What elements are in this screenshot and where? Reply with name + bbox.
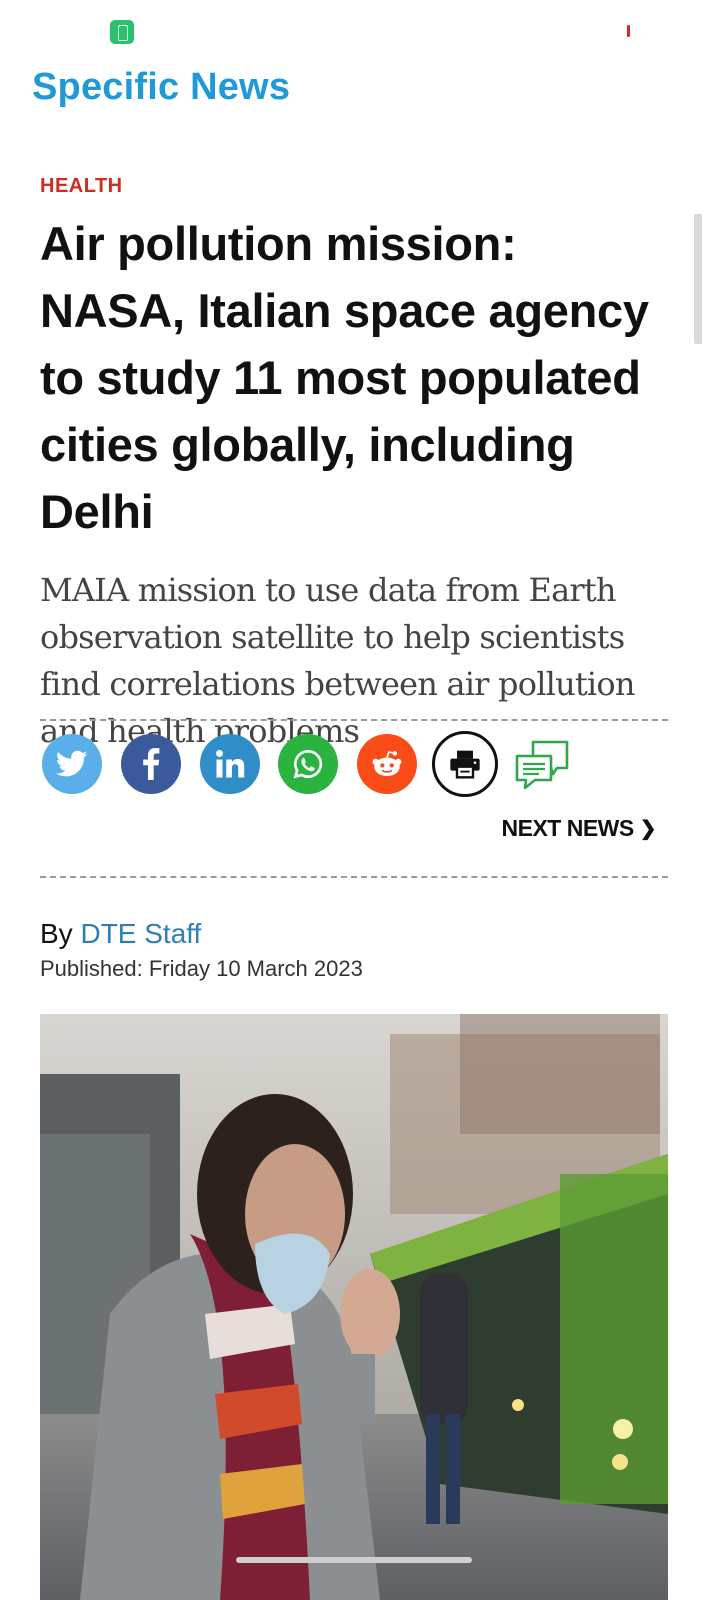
share-bar bbox=[42, 731, 642, 797]
article-subheadline: MAIA mission to use data from Earth obse… bbox=[40, 571, 635, 750]
comments-icon bbox=[515, 740, 569, 790]
hero-photo bbox=[40, 1014, 668, 1600]
home-indicator[interactable] bbox=[236, 1557, 472, 1563]
divider bbox=[40, 876, 668, 878]
article-header: HEALTH Air pollution mission: NASA, Ital… bbox=[40, 170, 668, 755]
category-label[interactable]: HEALTH bbox=[40, 170, 668, 202]
share-reddit-button[interactable] bbox=[357, 734, 417, 794]
byline: By DTE Staff bbox=[40, 918, 201, 950]
chevron-right-icon: ❯ bbox=[639, 818, 657, 840]
share-whatsapp-button[interactable] bbox=[278, 734, 338, 794]
article-headline: Air pollution mission: NASA, Italian spa… bbox=[40, 217, 649, 538]
status-bar bbox=[0, 0, 720, 60]
published-date: Published: Friday 10 March 2023 bbox=[40, 956, 363, 981]
status-indicator-icon bbox=[627, 25, 630, 37]
next-news-label: NEXT NEWS bbox=[501, 815, 635, 841]
print-icon bbox=[450, 750, 480, 779]
next-news-link[interactable]: NEXT NEWS ❯ bbox=[502, 815, 657, 842]
battery-saver-icon bbox=[110, 20, 134, 44]
author-link[interactable]: DTE Staff bbox=[80, 918, 201, 949]
share-twitter-button[interactable] bbox=[42, 734, 102, 794]
share-linkedin-button[interactable] bbox=[200, 734, 260, 794]
hero-image[interactable] bbox=[40, 1014, 668, 1600]
scrollbar[interactable] bbox=[694, 214, 702, 344]
divider bbox=[40, 719, 668, 721]
share-facebook-button[interactable] bbox=[121, 734, 181, 794]
whatsapp-icon bbox=[293, 749, 323, 779]
comments-button[interactable] bbox=[512, 737, 572, 793]
app-title[interactable]: Specific News bbox=[32, 66, 290, 109]
facebook-icon bbox=[143, 748, 160, 780]
print-button[interactable] bbox=[432, 731, 498, 797]
byline-prefix: By bbox=[40, 918, 73, 949]
reddit-icon bbox=[372, 750, 402, 777]
twitter-icon bbox=[56, 750, 88, 777]
app-header: Specific News bbox=[32, 66, 290, 109]
linkedin-icon bbox=[216, 750, 245, 778]
